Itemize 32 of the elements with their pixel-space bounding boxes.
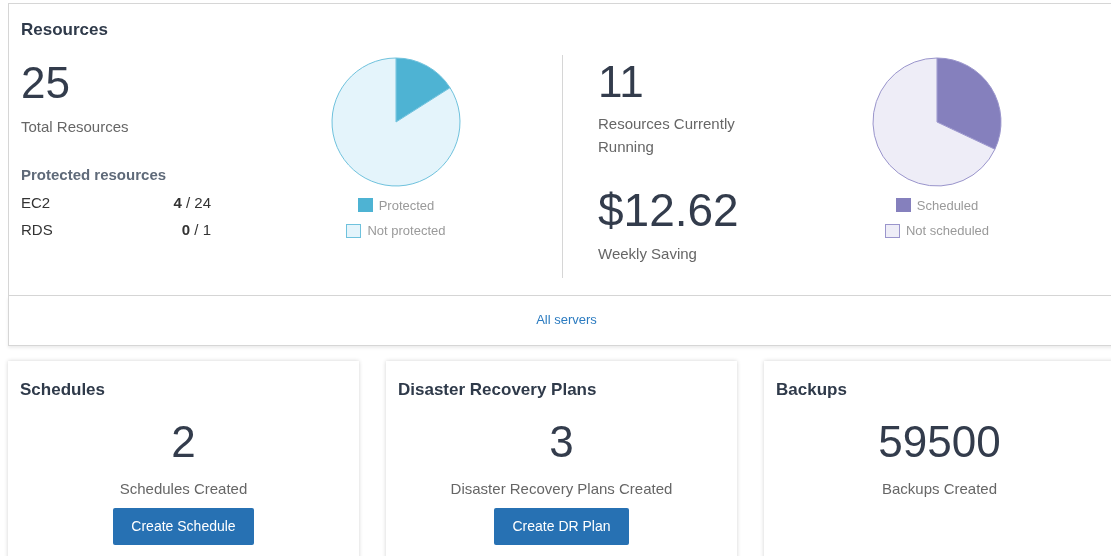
stat-label: Resources Currently Running — [598, 113, 736, 157]
card-value: 3 — [548, 417, 575, 467]
stat-label: Weekly Saving — [598, 243, 698, 264]
card-title: Backups — [776, 378, 848, 401]
card-label: Disaster Recovery Plans Created — [449, 479, 674, 499]
stat-label: Total Resources — [21, 116, 130, 137]
card-value: 2 — [170, 417, 197, 467]
saving-value: $12.62 — [598, 184, 740, 235]
legend-label: Not scheduled — [905, 222, 990, 240]
legend-label: Not protected — [367, 222, 446, 240]
section-title: Resources — [20, 19, 109, 41]
create-button[interactable]: Create DR Plan — [494, 507, 629, 545]
card-value: 59500 — [877, 417, 1002, 467]
subsection-heading: Protected resources — [21, 165, 168, 185]
card-title: Schedules — [20, 378, 107, 401]
all-servers-link[interactable]: All servers — [536, 310, 597, 330]
stat-value: 25 — [21, 57, 71, 108]
legend-swatch-icon — [884, 223, 900, 238]
card-title: Disaster Recovery Plans — [398, 378, 598, 401]
stat-value: 11 — [598, 56, 645, 107]
legend-swatch-icon — [346, 223, 362, 238]
create-button[interactable]: Create Schedule — [113, 507, 254, 545]
card-label: Backups Created — [880, 479, 999, 499]
resource-type: EC2 — [21, 192, 51, 213]
legend-label: Scheduled — [916, 196, 979, 215]
legend-label: Protected — [378, 196, 435, 215]
resource-count: 4 / 24 — [173, 192, 211, 213]
legend-swatch-icon — [895, 198, 911, 213]
legend-swatch-icon — [357, 198, 373, 213]
resource-type: RDS — [21, 220, 53, 240]
resource-count: 0 / 1 — [181, 220, 211, 240]
card-label: Schedules Created — [118, 479, 249, 499]
